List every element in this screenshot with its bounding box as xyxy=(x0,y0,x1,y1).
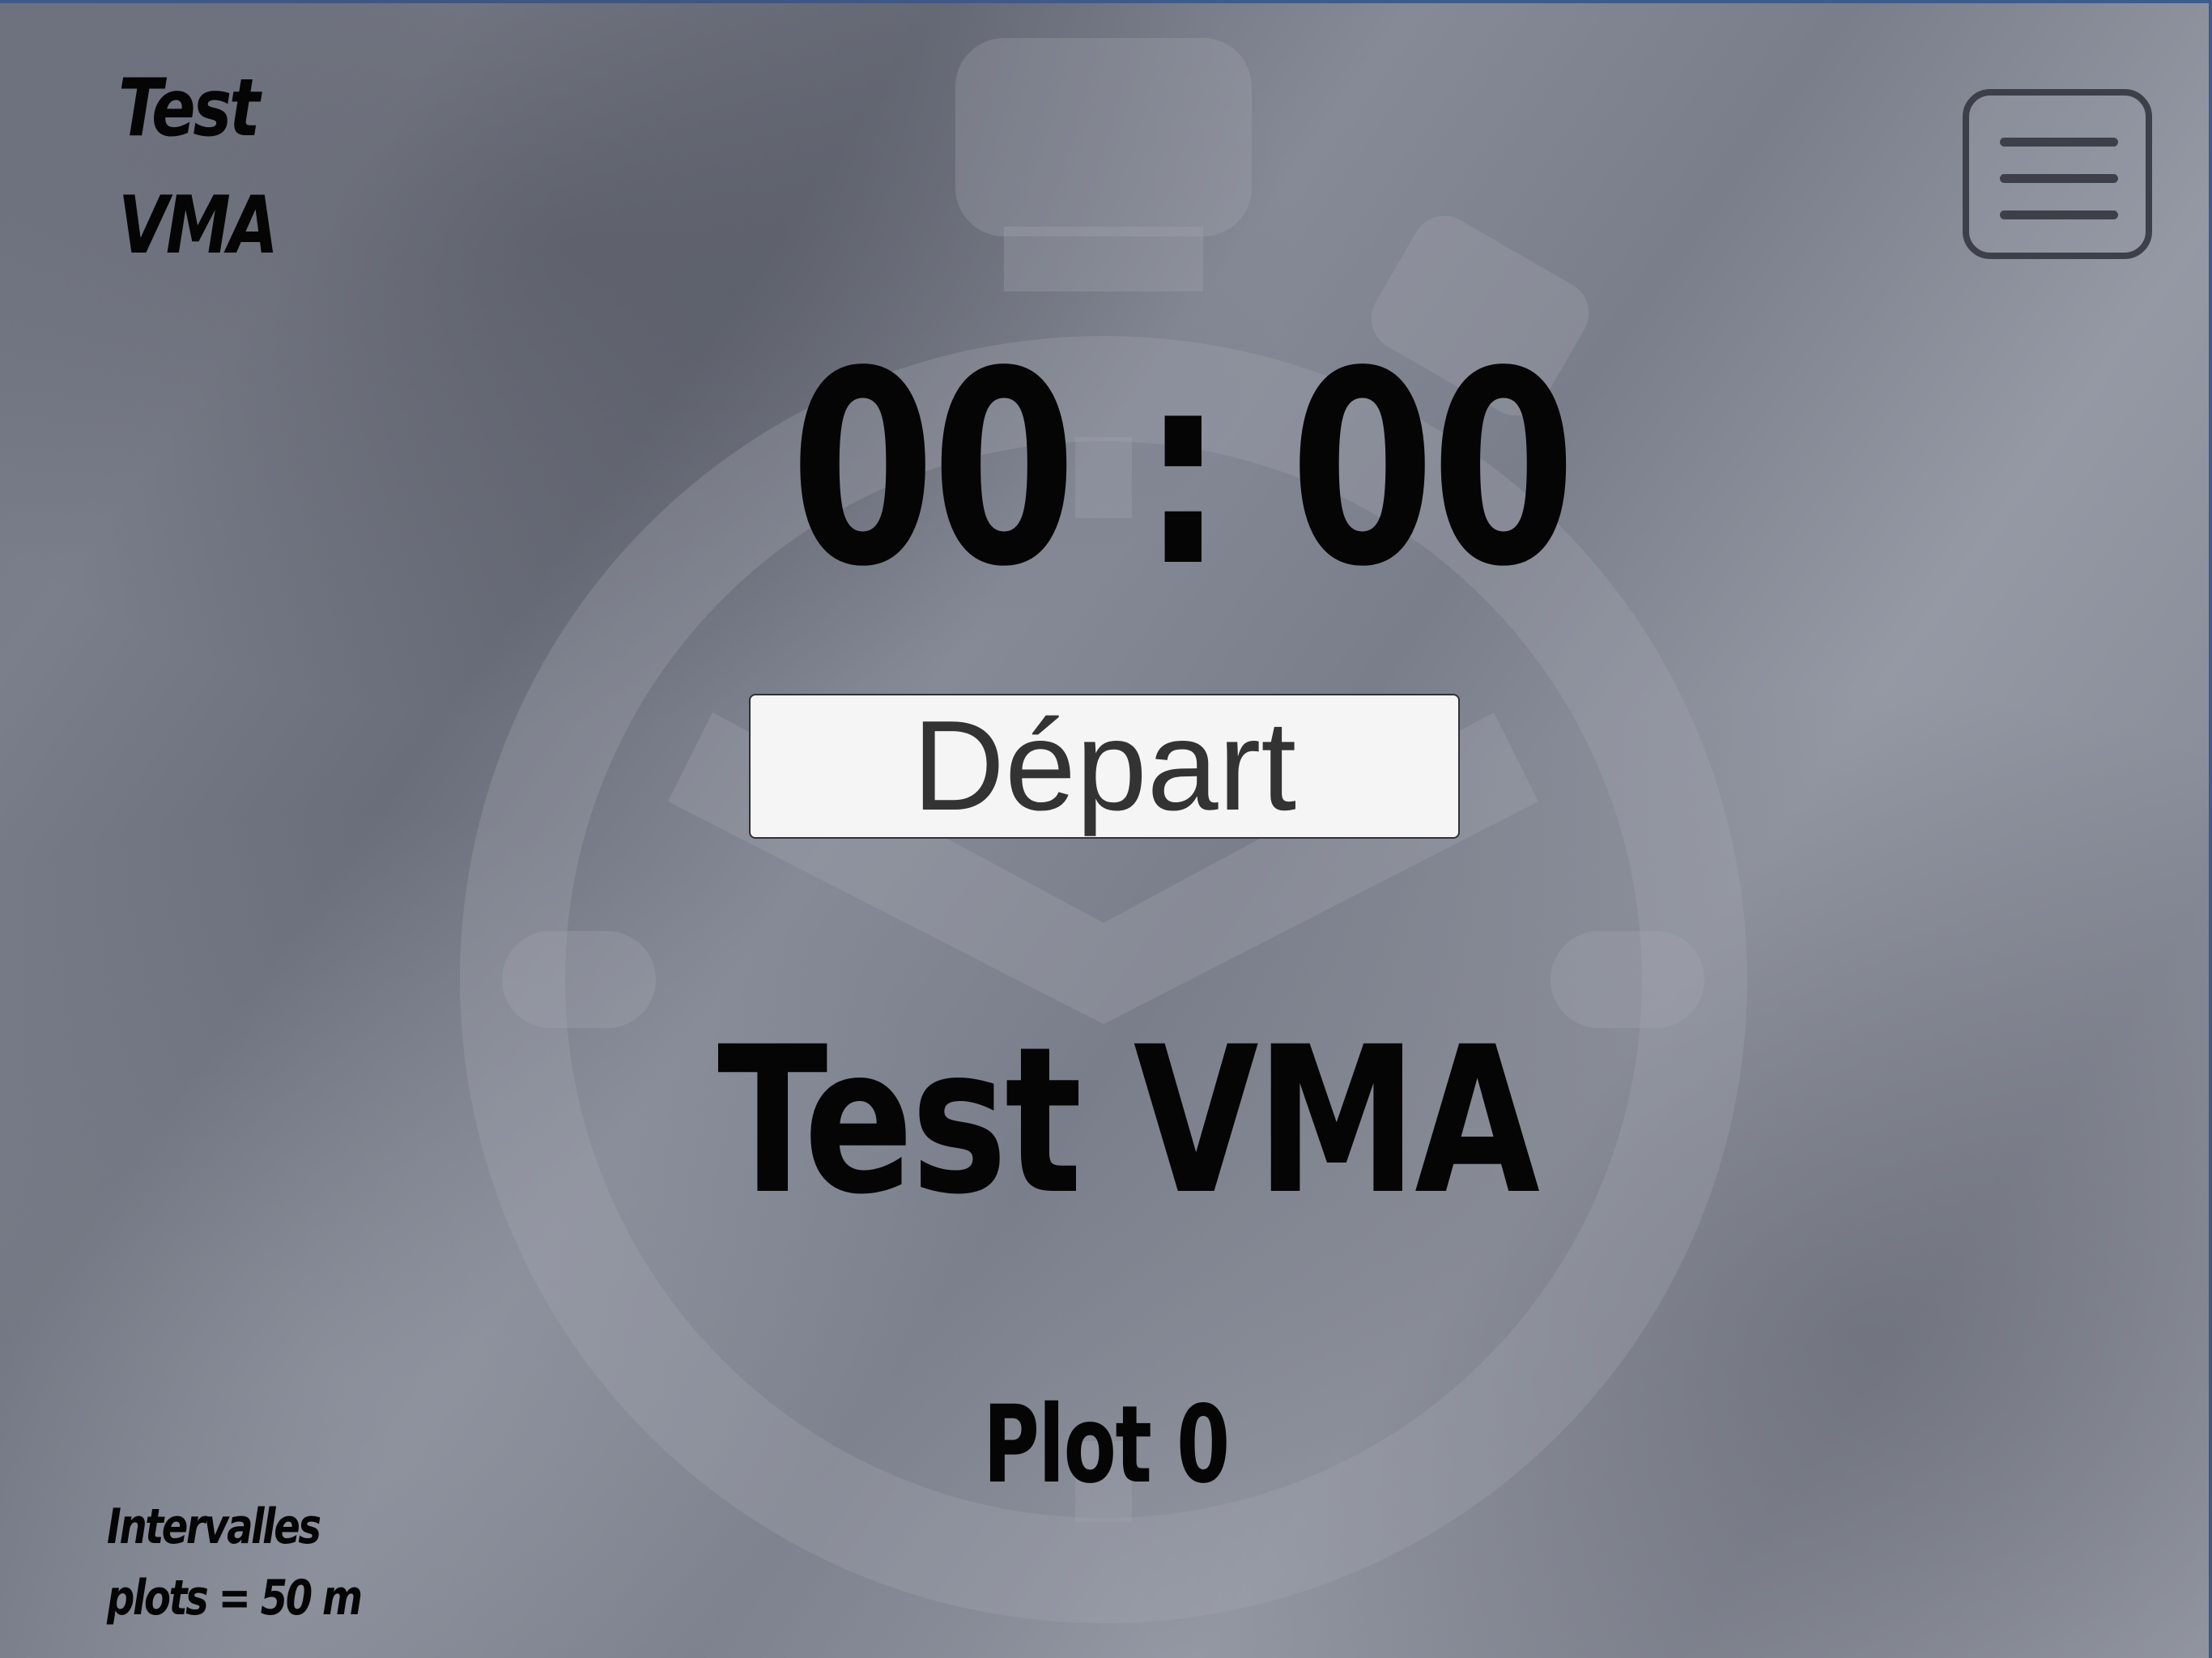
test-title: Test VMA xyxy=(717,1003,1540,1239)
start-button[interactable]: Départ xyxy=(749,694,1460,839)
app-logo: Test VMA xyxy=(118,50,291,285)
brand-line-1: Test xyxy=(118,62,260,155)
interval-info: Intervalles plots = 50 m xyxy=(107,1491,363,1634)
interval-label: Intervalles xyxy=(107,1499,321,1555)
hamburger-menu-icon-bar-3 xyxy=(2000,210,2118,219)
timer-display: 00 : 00 xyxy=(790,314,1576,625)
brand-line-2: VMA xyxy=(118,180,279,272)
interval-value: plots = 50 m xyxy=(107,1570,363,1626)
plot-counter: Plot 0 xyxy=(983,1383,1230,1507)
menu-button[interactable] xyxy=(1963,89,2152,259)
hamburger-menu-icon-bar-2 xyxy=(2000,174,2118,183)
hamburger-menu-icon xyxy=(2000,138,2118,147)
